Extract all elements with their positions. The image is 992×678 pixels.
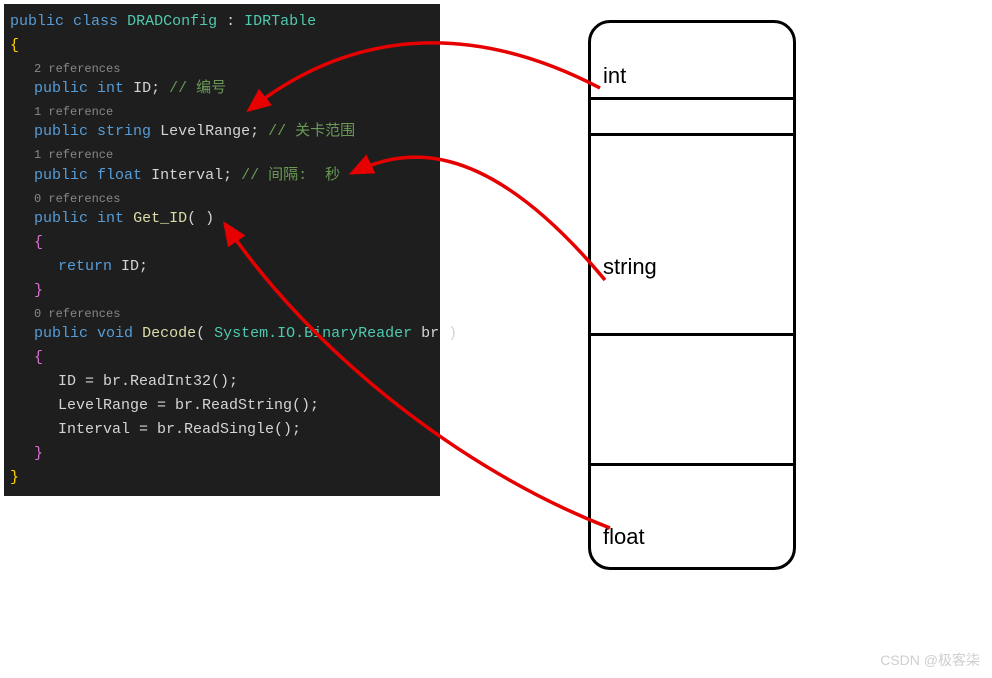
- cell-float: float: [588, 466, 796, 570]
- binary-layout-diagram: int string float: [588, 20, 796, 570]
- field-id: public int ID; // 编号: [10, 77, 440, 101]
- method-getid: public int Get_ID( ): [10, 207, 440, 231]
- field-interval: public float Interval; // 间隔: 秒: [10, 164, 440, 188]
- cell-int: int: [588, 20, 796, 100]
- cell-string: string: [588, 136, 796, 336]
- cell-empty: [588, 100, 796, 136]
- code-panel: public class DRADConfig : IDRTable { 2 r…: [4, 4, 440, 496]
- field-levelrange: public string LevelRange; // 关卡范围: [10, 120, 440, 144]
- method-decode: public void Decode( System.IO.BinaryRead…: [10, 322, 440, 346]
- cell-empty: [588, 336, 796, 466]
- watermark: CSDN @极客柒: [880, 650, 980, 670]
- class-declaration: public class DRADConfig : IDRTable: [10, 10, 440, 34]
